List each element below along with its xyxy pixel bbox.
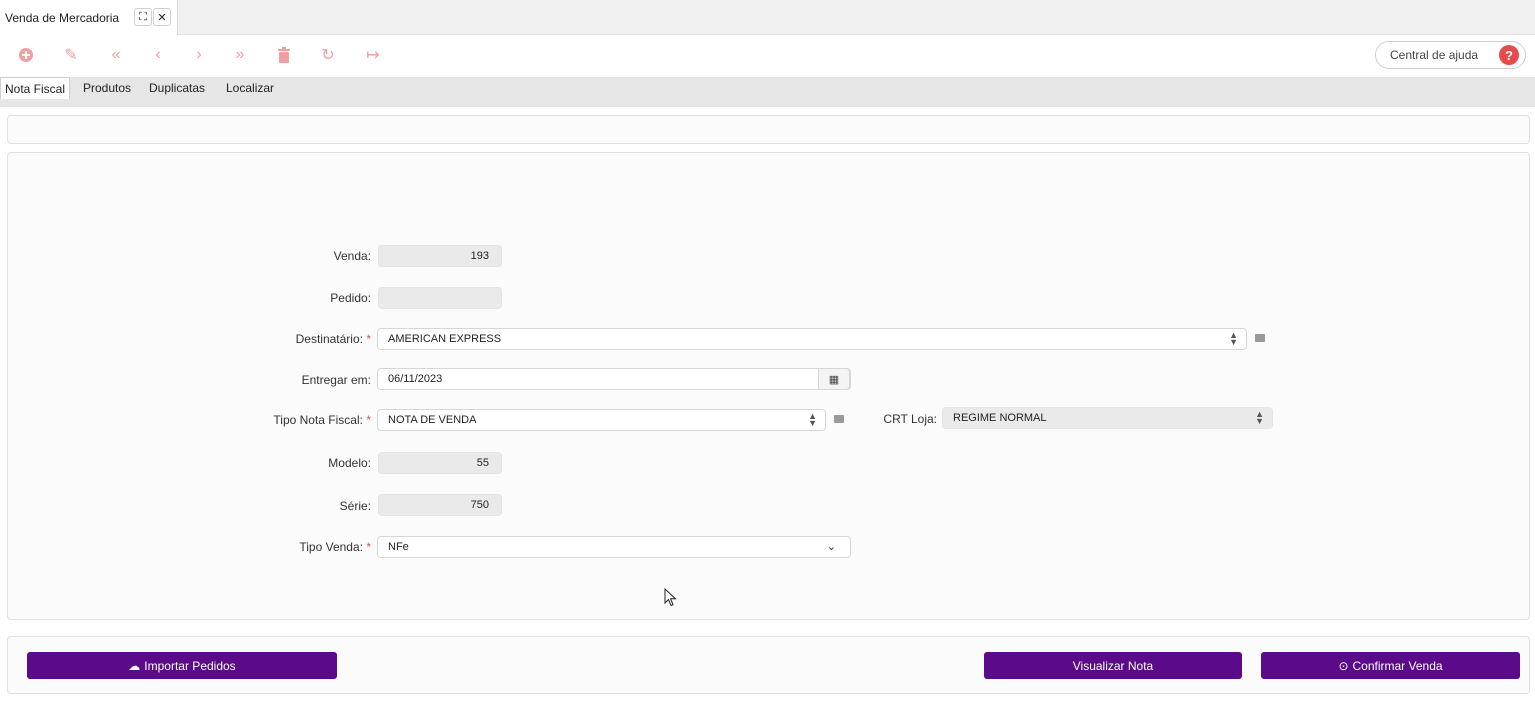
exit-icon[interactable]: ↦: [362, 44, 384, 66]
tab-duplicatas[interactable]: Duplicatas: [145, 77, 209, 99]
venda-field: 193: [378, 245, 502, 267]
venda-value: 193: [470, 250, 489, 262]
destinatario-select[interactable]: AMERICAN EXPRESS ▲ ▼: [377, 328, 1247, 350]
refresh-icon[interactable]: ↻: [317, 44, 339, 66]
serie-label: Série:: [339, 499, 371, 513]
add-icon[interactable]: [15, 44, 37, 66]
form-tabs: Nota Fiscal Produtos Duplicatas Localiza…: [0, 77, 1535, 107]
view-invoice-button[interactable]: Visualizar Nota: [984, 652, 1242, 679]
select-arrows-icon: ▲ ▼: [1255, 409, 1264, 426]
next-icon[interactable]: ›: [188, 44, 210, 66]
expand-icon[interactable]: ⛶: [134, 8, 152, 26]
tipo-nota-label: Tipo Nota Fiscal: *: [273, 413, 371, 427]
tipo-venda-select[interactable]: NFe ⌄: [377, 536, 851, 558]
tab-produtos[interactable]: Produtos: [79, 77, 135, 99]
mouse-pointer-icon: [664, 588, 677, 607]
serie-value: 750: [470, 499, 489, 511]
import-orders-button[interactable]: ☁ Importar Pedidos: [27, 652, 337, 679]
first-icon[interactable]: «: [105, 44, 127, 66]
last-icon[interactable]: »: [229, 44, 251, 66]
edit-icon[interactable]: ✎: [60, 44, 82, 66]
confirm-sale-button[interactable]: ⊙ Confirmar Venda: [1261, 652, 1520, 679]
tab-localizar[interactable]: Localizar: [222, 77, 278, 99]
venda-label: Venda:: [333, 249, 371, 263]
info-panel: [7, 115, 1530, 144]
destinatario-value: AMERICAN EXPRESS: [388, 333, 502, 345]
required-marker: *: [366, 413, 371, 427]
entregar-em-field[interactable]: 06/11/2023 ▦: [377, 368, 851, 390]
entregar-em-label: Entregar em:: [301, 373, 371, 387]
tipo-venda-value: NFe: [388, 541, 409, 553]
delete-icon[interactable]: [273, 44, 295, 66]
tab-nota-fiscal[interactable]: Nota Fiscal: [0, 77, 71, 99]
help-center-label: Central de ajuda: [1390, 48, 1479, 62]
required-marker: *: [366, 332, 371, 346]
card-icon[interactable]: [1255, 334, 1265, 342]
crt-loja-select[interactable]: REGIME NORMAL ▲ ▼: [942, 407, 1273, 429]
chevron-down-icon: ⌄: [826, 541, 836, 553]
tipo-nota-value: NOTA DE VENDA: [388, 414, 477, 426]
window-tab[interactable]: Venda de Mercadoria ⛶ ✕: [0, 0, 178, 35]
modelo-value: 55: [476, 457, 489, 469]
destinatario-label: Destinatário: *: [295, 332, 371, 346]
modelo-field: 55: [378, 452, 502, 474]
help-center-button[interactable]: Central de ajuda ?: [1375, 41, 1526, 69]
select-arrows-icon: ▲ ▼: [1229, 330, 1238, 347]
help-icon: ?: [1499, 45, 1519, 65]
confirm-sale-label: Confirmar Venda: [1352, 658, 1443, 673]
calendar-icon[interactable]: ▦: [818, 368, 850, 390]
required-marker: *: [366, 540, 371, 554]
window-tab-title: Venda de Mercadoria: [5, 10, 120, 25]
window-tab-bar: Venda de Mercadoria ⛶ ✕: [0, 0, 1535, 35]
previous-icon[interactable]: ‹: [147, 44, 169, 66]
tipo-venda-label: Tipo Venda: *: [299, 540, 371, 554]
import-orders-label: Importar Pedidos: [144, 658, 236, 673]
close-icon[interactable]: ✕: [153, 8, 171, 26]
cloud-download-icon: ☁: [128, 658, 141, 673]
serie-field: 750: [378, 494, 502, 516]
toolbar: ✎ « ‹ › » ↻ ↦ Central de ajuda ?: [0, 35, 1535, 77]
modelo-label: Modelo:: [328, 456, 371, 470]
pedido-label: Pedido:: [330, 291, 371, 305]
crt-loja-value: REGIME NORMAL: [953, 412, 1047, 424]
check-circle-icon: ⊙: [1338, 658, 1349, 673]
view-invoice-label: Visualizar Nota: [1072, 658, 1154, 673]
entregar-em-value: 06/11/2023: [388, 373, 443, 385]
crt-loja-label: CRT Loja:: [883, 412, 937, 426]
pedido-field: [378, 287, 502, 309]
